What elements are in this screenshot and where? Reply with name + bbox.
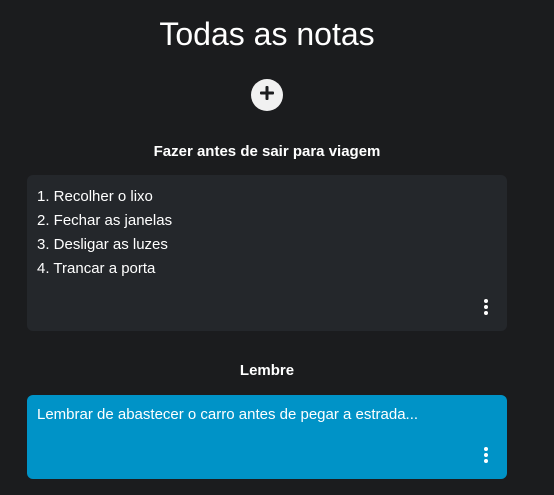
note-title: Fazer antes de sair para viagem xyxy=(153,143,381,160)
kebab-menu-icon xyxy=(484,447,488,451)
kebab-dot xyxy=(484,459,488,463)
kebab-dot xyxy=(484,453,488,457)
page-title: Todas as notas xyxy=(159,16,375,52)
note-card[interactable]: Lembrar de abastecer o carro antes de pe… xyxy=(27,395,507,479)
kebab-menu-icon xyxy=(484,299,488,303)
note-content: 1. Recolher o lixo 2. Fechar as janelas … xyxy=(37,185,497,281)
note-line: 3. Desligar as luzes xyxy=(37,236,168,253)
note-menu-button[interactable] xyxy=(479,299,493,315)
add-note-button[interactable] xyxy=(251,79,283,111)
note-menu-button[interactable] xyxy=(479,447,493,463)
note-card[interactable]: 1. Recolher o lixo 2. Fechar as janelas … xyxy=(27,175,507,331)
note-content: Lembrar de abastecer o carro antes de pe… xyxy=(37,406,419,423)
note-line: 2. Fechar as janelas xyxy=(37,212,173,229)
plus-icon xyxy=(259,85,275,106)
kebab-dot xyxy=(484,305,488,309)
note-line: 1. Recolher o lixo xyxy=(37,188,153,205)
kebab-dot xyxy=(484,311,488,315)
note-title: Lembre xyxy=(239,362,295,379)
note-line: 4. Trancar a porta xyxy=(37,260,156,277)
